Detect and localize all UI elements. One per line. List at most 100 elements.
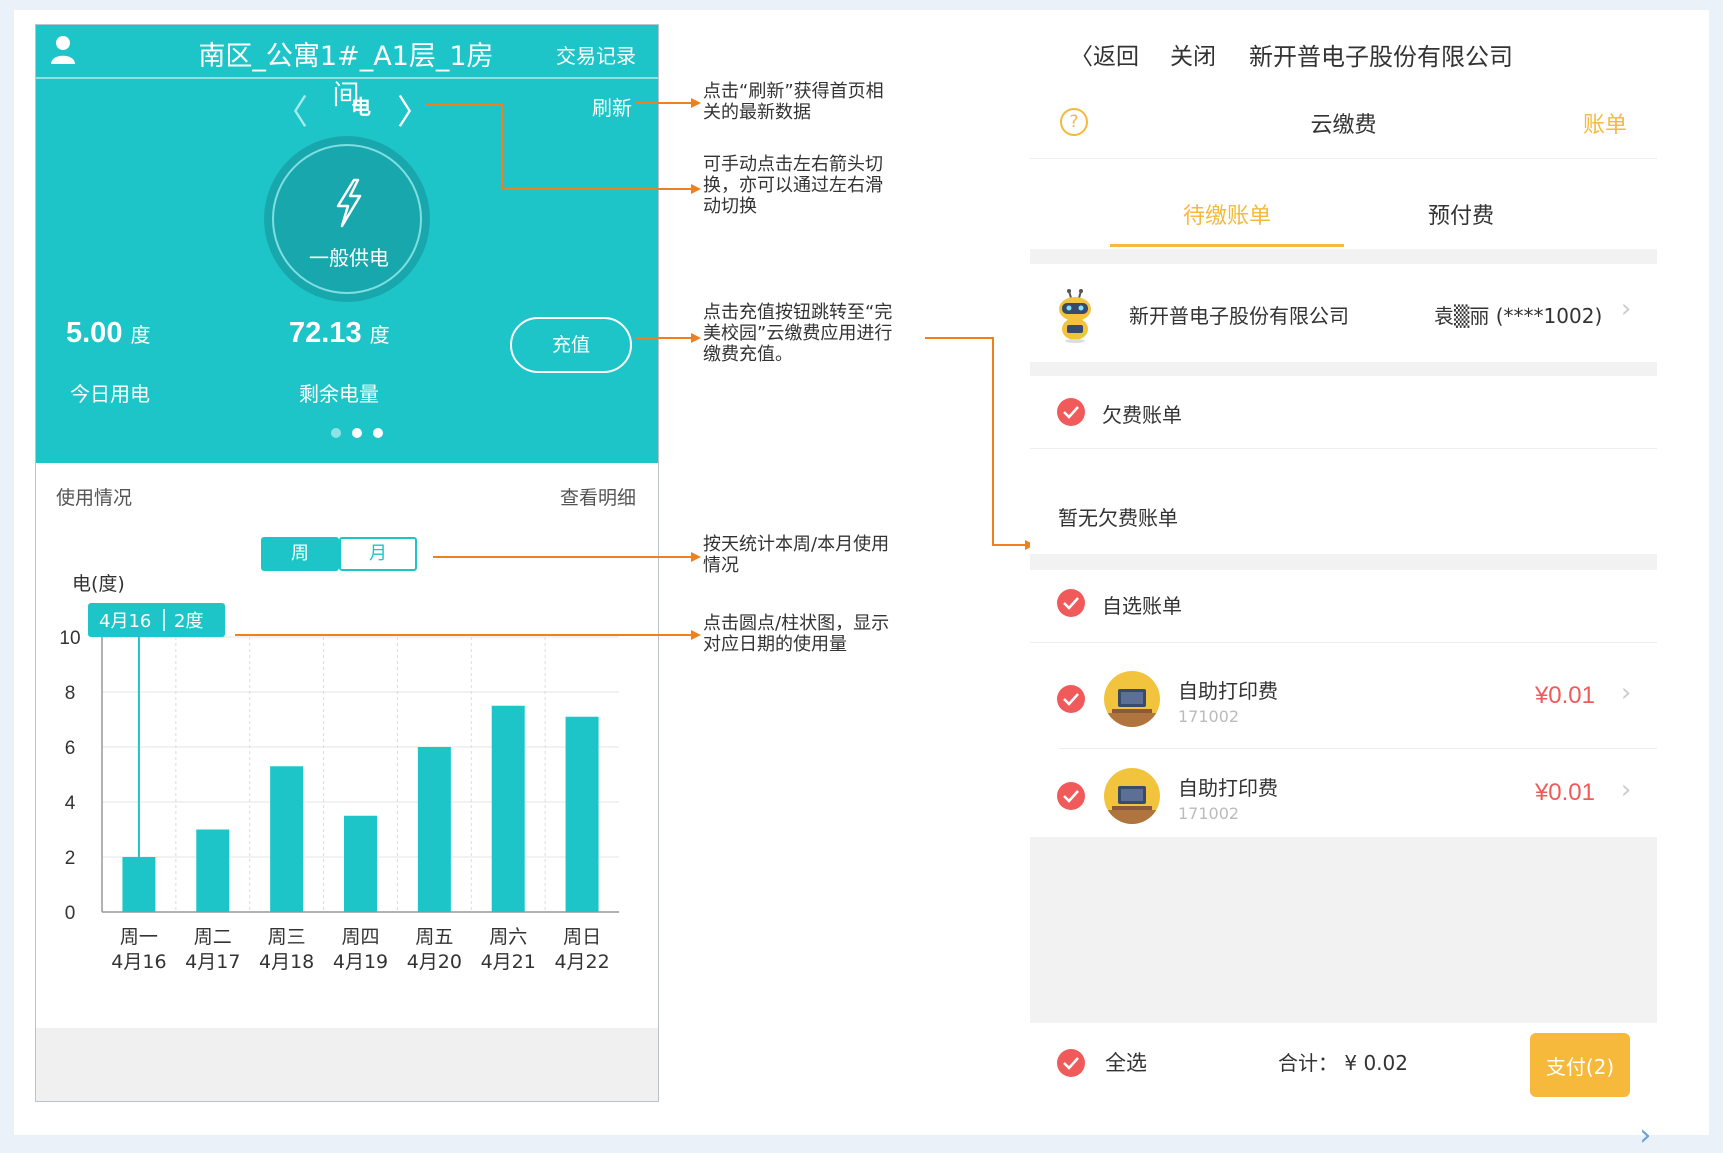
x-tick-weekday: 周二 — [194, 926, 232, 948]
x-tick-weekday: 周五 — [415, 926, 453, 948]
prev-type-arrow[interactable]: 〈 — [274, 85, 308, 134]
merchant-row[interactable]: 新开普电子股份有限公司 袁▒丽 (****1002) › — [1030, 264, 1657, 362]
tab-prepaid[interactable]: 预付费 — [1344, 198, 1578, 230]
month-toggle[interactable]: 月 — [339, 537, 417, 571]
close-button[interactable]: 关闭 — [1170, 37, 1216, 71]
week-toggle[interactable]: 周 — [261, 537, 339, 571]
usage-bar-chart: 0 2 4 6 8 10 周一 4月16 周二 4月17 周三 4月18 周四 4月19 周五 4月20 周六 4… — [59, 603, 619, 973]
bar — [122, 857, 156, 912]
chevron-right-icon: › — [1618, 294, 1634, 324]
bar — [344, 815, 377, 912]
active-tab-indicator — [1110, 244, 1344, 247]
x-tick-date: 4月17 — [185, 951, 240, 973]
today-usage-label: 今日用电 — [70, 382, 150, 406]
tooltip-value: 2度 — [174, 611, 203, 632]
owed-bills-title: 欠费账单 — [1102, 403, 1182, 427]
payment-footer: 全选 合计： ¥ 0.02 支付(2) — [1030, 1023, 1657, 1102]
bar — [270, 766, 304, 912]
no-owed-bills-text: 暂无欠费账单 — [1058, 506, 1178, 530]
remaining-label: 剩余电量 — [299, 382, 379, 406]
page-dot-1[interactable] — [331, 428, 341, 438]
user-icon[interactable] — [50, 35, 76, 65]
dial-ring: 一般供电 — [272, 144, 422, 294]
check-icon[interactable] — [1057, 782, 1085, 810]
bill-item[interactable]: 自助打印费 171002 ¥0.01 › — [1030, 749, 1657, 845]
x-tick-date: 4月21 — [481, 951, 536, 973]
section-gap — [1030, 362, 1657, 376]
bill-title: 自助打印费 — [1178, 776, 1278, 800]
annotation-refresh: 点击“刷新”获得首页相 关的最新数据 — [703, 81, 884, 123]
laptop-icon — [1104, 768, 1160, 824]
y-axis-unit-label: 电(度) — [72, 573, 125, 595]
section-gap — [1030, 554, 1657, 570]
pay-button[interactable]: 支付(2) — [1530, 1033, 1630, 1097]
y-tick-label: 8 — [65, 683, 76, 704]
page-indicator[interactable] — [331, 428, 391, 442]
annotation-switch: 可手动点击左右箭头切 换，亦可以通过左右滑 动切换 — [703, 154, 883, 217]
bill-code: 171002 — [1178, 804, 1240, 823]
bill-tabs: 待缴账单 预付费 — [1030, 159, 1657, 249]
transaction-records-link[interactable]: 交易记录 — [556, 40, 636, 69]
y-tick-label: 10 — [59, 628, 80, 649]
page-dot-3[interactable] — [373, 428, 383, 438]
bill-item[interactable]: 自助打印费 171002 ¥0.01 › — [1030, 652, 1657, 748]
today-usage-value: 5.00 度 — [66, 317, 151, 349]
today-usage-unit: 度 — [130, 325, 151, 347]
x-tick-weekday: 周日 — [563, 926, 601, 948]
recharge-button[interactable]: 充值 — [510, 317, 632, 373]
check-icon[interactable] — [1057, 1049, 1085, 1077]
bar — [417, 747, 451, 912]
tooltip-date: 4月16 — [99, 611, 151, 632]
x-tick-date: 4月19 — [333, 951, 388, 973]
y-tick-label: 4 — [65, 793, 76, 814]
bolt-icon — [336, 178, 362, 228]
merchant-name: 新开普电子股份有限公司 — [1129, 304, 1349, 328]
page-dot-2[interactable] — [352, 428, 362, 438]
bar — [565, 716, 599, 912]
x-tick-weekday: 周一 — [120, 926, 158, 948]
view-details-link[interactable]: 查看明细 — [560, 483, 636, 510]
browser-header: 〈返回 关闭 新开普电子股份有限公司 — [1030, 24, 1657, 84]
bill-title: 自助打印费 — [1178, 679, 1278, 703]
select-all-label[interactable]: 全选 — [1105, 1047, 1147, 1077]
utility-type-label: 电 — [351, 95, 371, 119]
bar — [196, 829, 230, 912]
bottom-spacer — [36, 1028, 658, 1101]
back-button[interactable]: 〈返回 — [1070, 37, 1139, 71]
chevron-right-icon: › — [1618, 775, 1634, 805]
x-tick-weekday: 周六 — [489, 926, 527, 948]
optional-bills-title: 自选账单 — [1102, 594, 1182, 618]
robot-icon — [1059, 289, 1091, 343]
check-icon[interactable] — [1057, 398, 1085, 426]
divider — [1030, 642, 1657, 643]
x-tick-date: 4月22 — [554, 951, 609, 973]
y-tick-label: 2 — [65, 848, 76, 869]
header-company-title: 新开普电子股份有限公司 — [1249, 43, 1513, 71]
supply-status-dial: 一般供电 — [264, 136, 430, 302]
check-icon[interactable] — [1057, 685, 1085, 713]
remaining-value: 72.13 度 — [289, 317, 390, 349]
annotation-tap: 点击圆点/柱状图，显示 对应日期的使用量 — [703, 613, 890, 655]
remaining-unit: 度 — [369, 325, 390, 347]
bill-history-link[interactable]: 账单 — [1583, 107, 1627, 139]
x-tick-date: 4月16 — [111, 951, 166, 973]
divider — [1030, 448, 1657, 449]
page-title: 云缴费 — [1310, 113, 1377, 138]
y-tick-label: 6 — [65, 738, 76, 759]
supply-status-label: 一般供电 — [309, 246, 389, 270]
bill-amount: ¥0.01 — [1534, 779, 1595, 806]
check-icon[interactable] — [1057, 589, 1085, 617]
x-tick-date: 4月20 — [407, 951, 462, 973]
x-tick-weekday: 周四 — [341, 926, 379, 948]
bar — [491, 705, 525, 912]
bill-amount: ¥0.01 — [1534, 682, 1595, 709]
next-type-arrow[interactable]: 〉 — [397, 85, 431, 134]
refresh-button[interactable]: 刷新 — [592, 92, 632, 121]
usage-section-title: 使用情况 — [56, 487, 133, 509]
tab-pending-bills[interactable]: 待缴账单 — [1110, 198, 1344, 230]
bill-code: 171002 — [1178, 707, 1240, 726]
annotation-period: 按天统计本周/本月使用 情况 — [703, 534, 890, 576]
chevron-right-icon[interactable]: › — [1636, 1118, 1654, 1153]
annotation-recharge: 点击充值按钮跳转至“完 美校园”云缴费应用进行 缴费充值。 — [703, 302, 893, 365]
electricity-summary-panel: 南区_公寓1#_A1层_1房间 交易记录 〈 电 〉 刷新 一般供电 5.00 度… — [36, 25, 658, 463]
